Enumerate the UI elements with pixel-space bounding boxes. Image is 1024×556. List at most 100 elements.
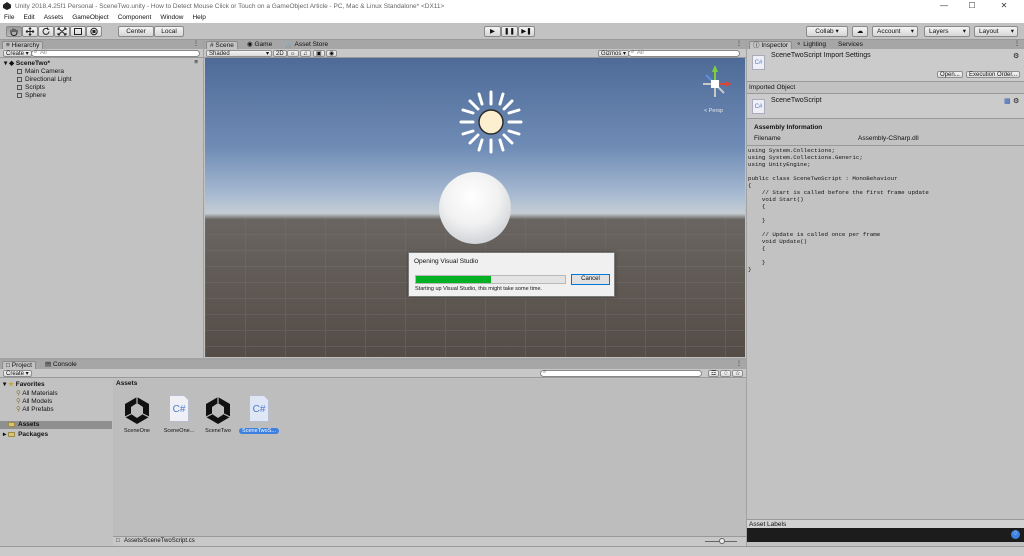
- menu-gameobject[interactable]: GameObject: [72, 14, 109, 21]
- assets-folder-item[interactable]: Assets: [0, 421, 112, 429]
- menu-file[interactable]: File: [4, 14, 14, 21]
- layout-label: Layout: [979, 28, 999, 35]
- rect-tool-button[interactable]: [70, 26, 86, 37]
- csharp-script-icon[interactable]: C#: [169, 395, 189, 422]
- scale-tool-button[interactable]: [54, 26, 70, 37]
- lighting-toggle[interactable]: ☼: [287, 50, 299, 57]
- rect-tool-icon: [74, 28, 82, 35]
- eye-icon: ◉: [329, 51, 335, 57]
- favorite-button[interactable]: ☆: [732, 370, 744, 377]
- scene-orientation-gizmo[interactable]: [697, 64, 733, 106]
- slider-thumb[interactable]: [719, 538, 725, 544]
- audio-toggle[interactable]: ♫: [300, 50, 311, 57]
- hierarchy-search-input[interactable]: All: [31, 50, 200, 57]
- gameobject-icon: [17, 76, 22, 82]
- perspective-label[interactable]: < Persp: [704, 108, 723, 114]
- menu-edit[interactable]: Edit: [23, 14, 34, 21]
- asset-store-tab-label: Asset Store: [294, 41, 329, 48]
- cloud-icon: ☁: [856, 28, 864, 35]
- favorite-item-all-models[interactable]: ⚲ All Models: [16, 397, 52, 405]
- menu-assets[interactable]: Assets: [44, 14, 64, 21]
- layers-label: Layers: [929, 28, 949, 35]
- panel-menu-icon[interactable]: ⋮: [736, 40, 742, 47]
- step-button[interactable]: ▶❚: [518, 26, 535, 37]
- layers-dropdown[interactable]: Layers ▾: [924, 26, 970, 37]
- project-create-button[interactable]: Create ▾: [3, 370, 32, 377]
- selected-asset-path: Assets/SceneTwoScript.cs: [124, 538, 195, 544]
- hand-tool-button[interactable]: [6, 26, 22, 37]
- minimize-button[interactable]: —: [930, 0, 958, 12]
- menu-window[interactable]: Window: [160, 14, 183, 21]
- close-window-button[interactable]: ✕: [990, 0, 1018, 12]
- effects-toggle[interactable]: ▣: [313, 50, 325, 57]
- directional-light-sun-icon[interactable]: [458, 89, 524, 155]
- scene-search-input[interactable]: All: [628, 50, 740, 57]
- gizmos-dropdown[interactable]: Gizmos ▾: [598, 50, 630, 57]
- hierarchy-create-button[interactable]: Create ▾: [3, 50, 32, 57]
- scale-icon: [57, 27, 67, 36]
- scene-menu-icon[interactable]: ≡: [194, 59, 198, 66]
- hierarchy-item-main-camera[interactable]: Main Camera: [17, 68, 64, 75]
- tab-scene[interactable]: # Scene: [206, 41, 238, 49]
- tab-asset-store[interactable]: 🛒 Asset Store: [282, 41, 331, 49]
- panel-menu-icon[interactable]: ⋮: [193, 40, 199, 47]
- pivot-center-toggle[interactable]: Center: [118, 26, 154, 37]
- asset-label-sceneone[interactable]: SceneOne: [117, 428, 157, 434]
- gear-icon[interactable]: ⚙: [1013, 52, 1019, 60]
- favorite-item-all-prefabs[interactable]: ⚲ All Prefabs: [16, 405, 54, 413]
- hidden-objects-toggle[interactable]: ◉: [326, 50, 338, 57]
- scene-root-item[interactable]: ▾ ◆ SceneTwo* ≡: [4, 59, 200, 67]
- gear-icon[interactable]: ⚙: [1013, 97, 1019, 105]
- open-button[interactable]: Open...: [937, 71, 963, 78]
- hierarchy-panel: ≡ Hierarchy ⋮ Create ▾ All ▾ ◆ SceneTwo*…: [0, 40, 203, 358]
- menu-help[interactable]: Help: [192, 14, 205, 21]
- packages-folder-label: Packages: [18, 431, 49, 438]
- tab-console[interactable]: ▤ Console: [42, 361, 80, 369]
- filter-by-label-button[interactable]: ♢: [720, 370, 732, 377]
- collab-dropdown[interactable]: Collab ▾: [806, 26, 848, 37]
- csharp-script-icon[interactable]: C#: [249, 395, 269, 422]
- move-tool-button[interactable]: [22, 26, 38, 37]
- hierarchy-item-scripts[interactable]: Scripts: [17, 84, 45, 91]
- execution-order-button[interactable]: Execution Order...: [966, 71, 1021, 78]
- sphere-object[interactable]: [439, 172, 511, 244]
- tab-services[interactable]: Services: [835, 41, 866, 49]
- tab-hierarchy[interactable]: ≡ Hierarchy: [2, 41, 44, 49]
- reference-icon[interactable]: ▩: [1004, 97, 1011, 105]
- tab-inspector[interactable]: ⓘ Inspector: [749, 41, 793, 49]
- asset-label-scenetwoscript-selected[interactable]: SceneTwoS...: [239, 428, 279, 434]
- asset-label-sceneonescript[interactable]: SceneOne...: [159, 428, 199, 434]
- label-tag-icon[interactable]: ♢: [1011, 530, 1020, 539]
- hierarchy-item-label: Sphere: [25, 92, 46, 99]
- pause-button[interactable]: ❚❚: [501, 26, 518, 37]
- maximize-button[interactable]: ☐: [958, 0, 986, 12]
- services-tab-label: Services: [838, 41, 863, 48]
- tab-game[interactable]: ◉ Game: [244, 41, 275, 49]
- hierarchy-item-label: Directional Light: [25, 76, 72, 83]
- account-dropdown[interactable]: Account ▾: [872, 26, 918, 37]
- tab-project[interactable]: □ Project: [2, 361, 36, 369]
- tab-lighting[interactable]: ⚬ Lighting: [793, 41, 829, 49]
- filter-by-type-button[interactable]: ☲: [708, 370, 720, 377]
- shading-mode-dropdown[interactable]: Shaded ▾: [206, 50, 272, 57]
- hierarchy-item-sphere[interactable]: Sphere: [17, 92, 46, 99]
- sun-icon: ☼: [290, 51, 296, 57]
- 2d-toggle[interactable]: 2D: [273, 50, 287, 57]
- panel-menu-icon[interactable]: ⋮: [1014, 40, 1020, 47]
- cancel-button[interactable]: Cancel: [571, 274, 610, 285]
- play-button[interactable]: ▶: [484, 26, 501, 37]
- menu-component[interactable]: Component: [118, 14, 152, 21]
- favorite-item-all-materials[interactable]: ⚲ All Materials: [16, 389, 58, 397]
- cloud-button[interactable]: ☁: [852, 26, 868, 37]
- asset-label-scenetwo[interactable]: SceneTwo: [198, 428, 238, 434]
- hierarchy-item-directional-light[interactable]: Directional Light: [17, 76, 72, 83]
- packages-folder-item[interactable]: ▸ Packages: [3, 430, 48, 438]
- layout-dropdown[interactable]: Layout ▾: [974, 26, 1018, 37]
- import-settings-header: C# SceneTwoScript Import Settings ⚙ Open…: [747, 49, 1024, 82]
- panel-menu-icon[interactable]: ⋮: [736, 360, 742, 367]
- space-local-toggle[interactable]: Local: [154, 26, 184, 37]
- transform-tool-button[interactable]: [86, 26, 102, 37]
- favorites-item[interactable]: ▾ ★ Favorites: [3, 380, 45, 388]
- rotate-tool-button[interactable]: [38, 26, 54, 37]
- project-search-input[interactable]: [540, 370, 702, 377]
